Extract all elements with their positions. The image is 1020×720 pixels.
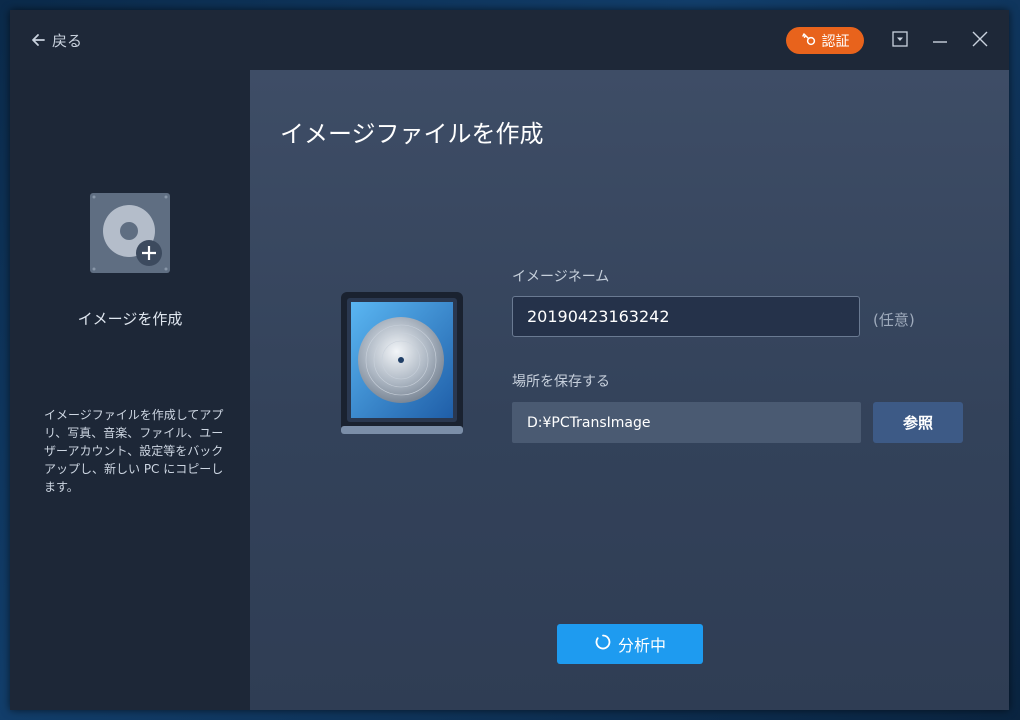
image-name-label: イメージネーム bbox=[512, 269, 610, 285]
analyze-button[interactable]: 分析中 bbox=[557, 624, 703, 664]
dropdown-button[interactable] bbox=[891, 30, 911, 50]
browse-button[interactable]: 参照 bbox=[873, 402, 963, 443]
optional-label: (任意) bbox=[873, 311, 915, 329]
image-name-input[interactable] bbox=[512, 296, 860, 337]
minimize-icon bbox=[933, 41, 947, 43]
close-button[interactable] bbox=[971, 30, 991, 50]
app-window: 戻る 認証 イメージを作成 イメージファイルを作成してアプリ、写真、音楽、ファイ… bbox=[10, 10, 1009, 710]
create-image-icon bbox=[90, 193, 170, 273]
auth-button[interactable]: 認証 bbox=[786, 27, 864, 54]
back-arrow-icon bbox=[30, 32, 46, 48]
dropdown-icon bbox=[892, 31, 908, 47]
back-button[interactable]: 戻る bbox=[30, 29, 82, 51]
page-title: イメージファイルを作成 bbox=[280, 120, 544, 148]
loading-spinner-icon bbox=[594, 633, 612, 655]
sidebar: イメージを作成 イメージファイルを作成してアプリ、写真、音楽、ファイル、ユーザー… bbox=[10, 70, 250, 710]
close-icon bbox=[972, 31, 988, 47]
auth-label: 認証 bbox=[821, 33, 850, 50]
key-icon bbox=[801, 31, 817, 51]
sidebar-description: イメージファイルを作成してアプリ、写真、音楽、ファイル、ユーザーアカウント、設定… bbox=[44, 408, 224, 494]
analyze-label: 分析中 bbox=[617, 636, 666, 655]
minimize-button[interactable] bbox=[931, 30, 951, 50]
disk-image-icon bbox=[339, 288, 465, 436]
save-location-field: D:¥PCTransImage bbox=[512, 402, 861, 443]
title-bar: 戻る 認証 bbox=[10, 10, 1009, 70]
back-label: 戻る bbox=[52, 31, 83, 50]
save-location-label: 場所を保存する bbox=[512, 374, 610, 390]
main-panel: イメージファイルを作成 イメージネーム 20190423163242 (任意) … bbox=[250, 70, 1009, 710]
sidebar-title: イメージを作成 bbox=[77, 310, 183, 328]
